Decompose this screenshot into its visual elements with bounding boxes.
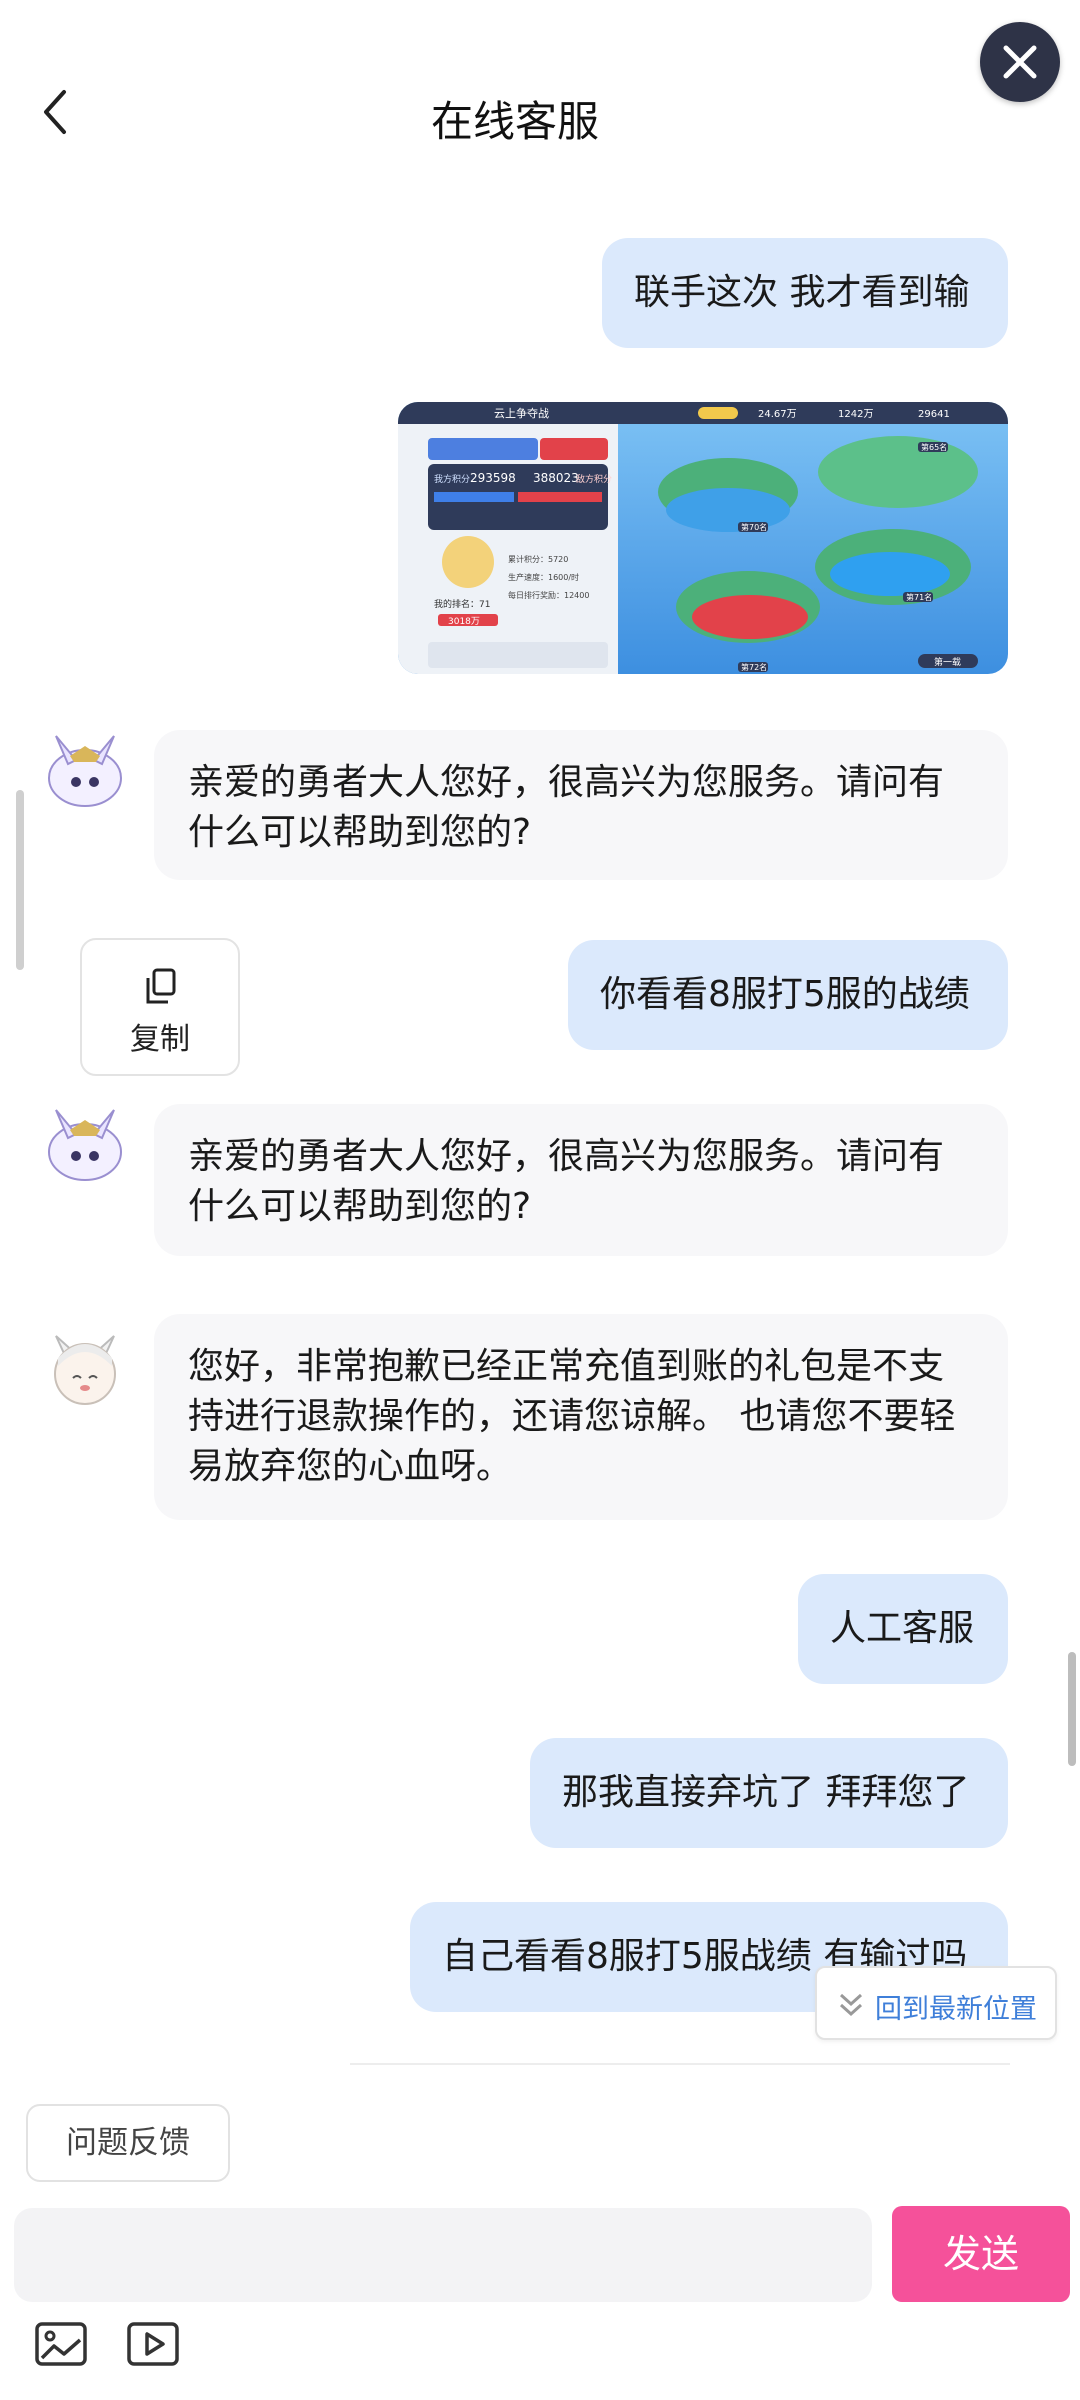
copy-icon [146,968,176,1004]
image-speed-label: 生产速度：1600/时 [508,572,579,582]
jump-to-latest-label: 回到最新位置 [875,1994,1037,2025]
image-node-label: 第70名 [741,522,767,532]
image-my-score: 293598 [470,471,516,485]
image-my-score-label: 我方积分 [434,473,470,485]
jump-to-latest-button[interactable]: 回到最新位置 [815,1966,1057,2040]
message-input[interactable] [14,2208,872,2302]
image-power: 3018万 [448,617,480,627]
header: 在线客服 [0,0,1080,200]
message-text: 您好，非常抱歉已经正常充值到账的礼包是不支持进行退款操作的，还请您谅解。 也请您… [188,1346,956,1487]
image-node-label: 第65名 [921,442,947,452]
copy-label: 复制 [130,1022,190,1057]
copy-button[interactable]: 复制 [80,938,240,1076]
video-icon [127,2322,179,2366]
image-resource-3: 29641 [918,409,950,420]
close-icon [1003,45,1037,79]
image-node-label: 第71名 [906,592,932,602]
image-header-title: 云上争夺战 [494,406,549,420]
video-upload-button[interactable] [126,2320,180,2370]
page-title: 在线客服 [430,97,599,146]
message-text: 联手这次 我才看到输 [634,272,970,313]
user-message-bubble[interactable]: 你看看8服打5服的战绩 [568,940,1008,1050]
image-rank-label: 我的排名：71 [434,598,490,610]
image-icon [35,2322,87,2366]
agent-message-bubble[interactable]: 您好，非常抱歉已经正常充值到账的礼包是不支持进行退款操作的，还请您谅解。 也请您… [154,1314,1008,1520]
message-text: 亲爱的勇者大人您好，很高兴为您服务。请问有什么可以帮助到您的? [188,1136,945,1227]
agent-message-bubble[interactable]: 亲爱的勇者大人您好，很高兴为您服务。请问有什么可以帮助到您的? [154,730,1008,880]
image-upload-button[interactable] [34,2320,88,2370]
message-text: 你看看8服打5服的战绩 [600,974,970,1015]
message-text: 亲爱的勇者大人您好，很高兴为您服务。请问有什么可以帮助到您的? [188,762,945,853]
image-enemy-score-label: 敌方积分 [576,473,612,485]
game-screenshot-image: 云上争夺战 24.67万 1242万 29641 第70名 第65名 第71名 … [398,402,1008,674]
hero-avatar-icon [42,726,128,812]
image-resource-2: 1242万 [838,409,873,420]
agent-message-bubble[interactable]: 亲爱的勇者大人您好，很高兴为您服务。请问有什么可以帮助到您的? [154,1104,1008,1256]
user-message-bubble[interactable]: 联手这次 我才看到输 [602,238,1008,348]
divider [350,2063,1010,2065]
send-button[interactable]: 发送 [892,2206,1070,2302]
message-image[interactable]: 云上争夺战 24.67万 1242万 29641 第70名 第65名 第71名 … [398,402,1008,674]
message-text: 那我直接弃坑了 拜拜您了 [562,1772,970,1813]
image-node-label: 第72名 [741,662,767,672]
hero-avatar-icon [42,1100,128,1186]
message-text: 人工客服 [830,1608,975,1649]
image-enemy-score: 388023 [533,471,579,485]
feedback-button[interactable]: 问题反馈 [26,2104,230,2182]
scrollbar-left[interactable] [16,790,24,970]
image-cumulative-label: 累计积分：5720 [508,554,568,564]
user-message-bubble[interactable]: 人工客服 [798,1574,1008,1684]
close-button[interactable] [980,22,1060,102]
scrollbar-right[interactable] [1068,1652,1076,1766]
image-bottom-button: 第一载 [934,656,961,668]
image-reward-label: 每日排行奖励：12400 [508,590,589,600]
double-chevron-down-icon [839,1993,863,2017]
catgirl-avatar-icon [40,1322,126,1408]
image-resource-1: 24.67万 [758,409,797,420]
user-message-bubble[interactable]: 那我直接弃坑了 拜拜您了 [530,1738,1008,1848]
